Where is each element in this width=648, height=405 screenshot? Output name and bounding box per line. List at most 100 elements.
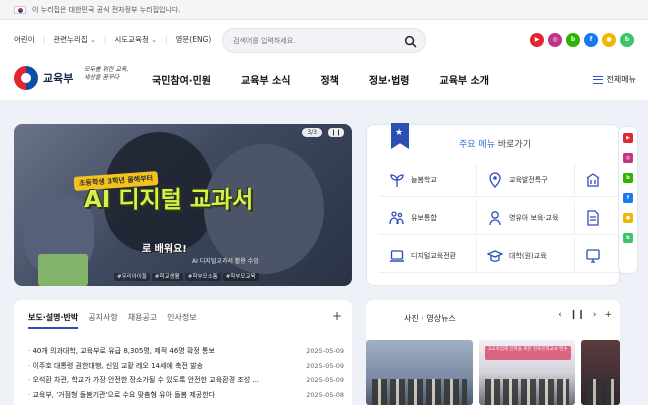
all-menu-button[interactable]: 전체메뉴	[592, 74, 636, 85]
facebook-icon[interactable]: f	[623, 193, 633, 203]
monitor-icon	[586, 248, 600, 263]
youtube-icon[interactable]: ▶	[623, 133, 633, 143]
news-title[interactable]: 이주호 대통령 권한대행, 신임 교황 레오 14세에 축전 발송	[28, 361, 278, 371]
news-title[interactable]: 오석환 차관, 학교가 가장 안전한 장소가될 수 있도록 안전한 교육환경 조…	[28, 375, 278, 385]
related-sites-dropdown[interactable]: 관련누리집	[53, 34, 96, 45]
floating-social-bar: ▶ ◎ b f ● b	[618, 126, 638, 274]
quick-menu-item[interactable]: 유보통합	[379, 201, 477, 235]
tab-notice[interactable]: 공지사항	[88, 312, 117, 329]
hashtag: #우리아이들	[114, 273, 150, 281]
video-section-title: 사진 · 영상뉴스	[404, 314, 456, 323]
news-date: 2025-05-09	[306, 376, 344, 385]
news-more-button[interactable]: +	[332, 309, 342, 323]
quick-menu-item[interactable]: 대학(원)교육	[477, 239, 575, 273]
next-icon[interactable]: ›	[593, 310, 597, 320]
quick-menu-item[interactable]	[575, 239, 621, 273]
blog-icon[interactable]: b	[623, 173, 633, 183]
news-date: 2025-05-08	[306, 390, 344, 399]
thumbnail-people	[372, 379, 468, 405]
quick-menu-item[interactable]: 교육발전특구	[477, 163, 575, 197]
news-section: 보도·설명·반박 공지사항 채용공고 인사정보 + 40개 의과대학, 교육부로…	[14, 300, 352, 405]
hero-hashtags: #우리아이들 #학교생활 #학부모소통 #학부모교육	[114, 272, 261, 281]
hero-caption: AI 디지털교과서 활용 수업	[192, 258, 259, 265]
thumbnail-people	[485, 379, 569, 405]
laptop-icon	[390, 249, 404, 262]
instagram-icon[interactable]: ◎	[548, 33, 562, 47]
separator: |	[103, 35, 107, 44]
quick-menu-item[interactable]	[575, 201, 621, 235]
kakao-icon[interactable]: ●	[602, 33, 616, 47]
blog-icon[interactable]: b	[566, 33, 580, 47]
facebook-icon[interactable]: f	[584, 33, 598, 47]
pause-icon[interactable]: ❙❙	[570, 310, 585, 320]
quick-menu-item[interactable]: 영유아 보육·교육	[477, 201, 575, 235]
utility-bar: 어린이 | 관련누리집 | 시도교육청 | 영문(ENG) ▶◎bf●b	[0, 28, 648, 54]
video-thumbnail[interactable]: 고교학점제 안착을 위한 진로진학교사 연수	[479, 340, 575, 405]
video-thumbnail[interactable]	[366, 340, 474, 405]
quick-menu-title-rest: 바로가기	[497, 140, 531, 150]
link-kids[interactable]: 어린이	[14, 34, 35, 45]
star-bookmark-icon: ★	[391, 123, 409, 149]
quick-menu-label: 교육발전특구	[509, 175, 548, 184]
slide-pause-button[interactable]: ❙❙	[328, 128, 344, 137]
main-menu: 국민참여·민원 교육부 소식 정책 정보·법령 교육부 소개	[152, 72, 489, 87]
document-icon	[587, 209, 599, 226]
video-more-button[interactable]: +	[604, 310, 612, 320]
band-icon[interactable]: b	[620, 33, 634, 47]
menu-item-policy[interactable]: 정책	[320, 72, 338, 87]
news-item[interactable]: 교육부, '거점형 돌봄기관'으로 수요 맞춤형 유아 돌봄 제공한다 2025-…	[28, 388, 344, 403]
korea-flag-icon	[14, 5, 26, 14]
news-title[interactable]: 교육부, '거점형 돌봄기관'으로 수요 맞춤형 유아 돌봄 제공한다	[28, 390, 278, 400]
brand-name: 교육부	[43, 72, 74, 85]
news-title[interactable]: 40개 의과대학, 교육부로 유급 8,305명, 제적 46명 확정 통보	[28, 346, 278, 356]
menu-item-law[interactable]: 정보·법령	[369, 72, 410, 87]
quick-menu-label: 대학(원)교육	[509, 251, 547, 260]
search-icon[interactable]	[404, 35, 417, 48]
quick-menu-panel: ★ 주요 메뉴 바로가기 늘봄학교 교육발전특구유보통합 영유아 보육·교육디지털교…	[366, 123, 621, 286]
menu-item-participation[interactable]: 국민참여·민원	[152, 72, 211, 87]
band-icon[interactable]: b	[623, 233, 633, 243]
thumbnail-caption: 고교학점제 안착을 위한 진로진학교사 연수	[485, 346, 572, 360]
separator: |	[164, 35, 168, 44]
search-input[interactable]	[233, 34, 403, 48]
tab-recruitment[interactable]: 채용공고	[128, 312, 157, 329]
quick-menu-item[interactable]: 늘봄학교	[379, 163, 477, 197]
news-item[interactable]: 40개 의과대학, 교육부로 유급 8,305명, 제적 46명 확정 통보 20…	[28, 344, 344, 359]
menu-item-about[interactable]: 교육부 소개	[440, 72, 489, 87]
tab-press-release[interactable]: 보도·설명·반박	[28, 312, 79, 329]
quick-menu-item[interactable]: 디지털교육전환	[379, 239, 477, 273]
quick-menu-title-highlight: 주요 메뉴	[459, 140, 495, 150]
quick-menu-label: 영유아 보육·교육	[509, 213, 559, 222]
kakao-icon[interactable]: ●	[623, 213, 633, 223]
regional-offices-dropdown[interactable]: 시도교육청	[114, 34, 157, 45]
youtube-icon[interactable]: ▶	[530, 33, 544, 47]
news-item[interactable]: 오석환 차관, 학교가 가장 안전한 장소가될 수 있도록 안전한 교육환경 조…	[28, 373, 344, 388]
all-menu-label: 전체메뉴	[606, 75, 636, 84]
quick-menu-label: 유보통합	[411, 213, 437, 222]
video-thumbnail[interactable]	[580, 340, 620, 405]
main-navigation: 교육부 모두를 위한 교육, 세상을 꿈꾸다 국민참여·민원 교육부 소식 정책…	[0, 62, 648, 98]
instagram-icon[interactable]: ◎	[623, 153, 633, 163]
prev-icon[interactable]: ‹	[558, 310, 562, 320]
news-list: 40개 의과대학, 교육부로 유급 8,305명, 제적 46명 확정 통보 20…	[28, 344, 344, 402]
news-item[interactable]: 이주호 대통령 권한대행, 신임 교황 레오 14세에 축전 발송 2025-05…	[28, 359, 344, 374]
site-logo[interactable]: 교육부	[14, 66, 73, 90]
link-english[interactable]: 영문(ENG)	[175, 34, 211, 45]
sprout-icon	[390, 173, 404, 187]
graduation-cap-icon	[487, 249, 503, 262]
hashtag: #학부모소통	[184, 273, 221, 281]
hero-banner[interactable]: 초등학생 3학년 올해부터 AI 디지털 교과서 로 배워요! AI 디지털교과…	[14, 124, 352, 286]
social-links: ▶ ◎ b f ● b	[530, 33, 634, 47]
hero-subtitle: 로 배워요!	[142, 244, 187, 255]
video-thumbnails: 고교학점제 안착을 위한 진로진학교사 연수	[366, 340, 620, 405]
gov-banner-text: 이 누리집은 대한민국 공식 전자정부 누리집입니다.	[32, 5, 181, 14]
map-pin-icon	[489, 171, 501, 188]
building-icon	[586, 172, 600, 187]
utility-links: 어린이 | 관련누리집 | 시도교육청 | 영문(ENG)	[14, 34, 211, 45]
gov-banner: 이 누리집은 대한민국 공식 전자정부 누리집입니다.	[0, 0, 648, 20]
tab-personnel[interactable]: 인사정보	[167, 312, 196, 329]
menu-item-news[interactable]: 교육부 소식	[241, 72, 290, 87]
hero-title: AI 디지털 교과서	[84, 187, 254, 213]
quick-menu-title: 주요 메뉴 바로가기	[459, 137, 531, 150]
quick-menu-item[interactable]	[575, 163, 621, 197]
